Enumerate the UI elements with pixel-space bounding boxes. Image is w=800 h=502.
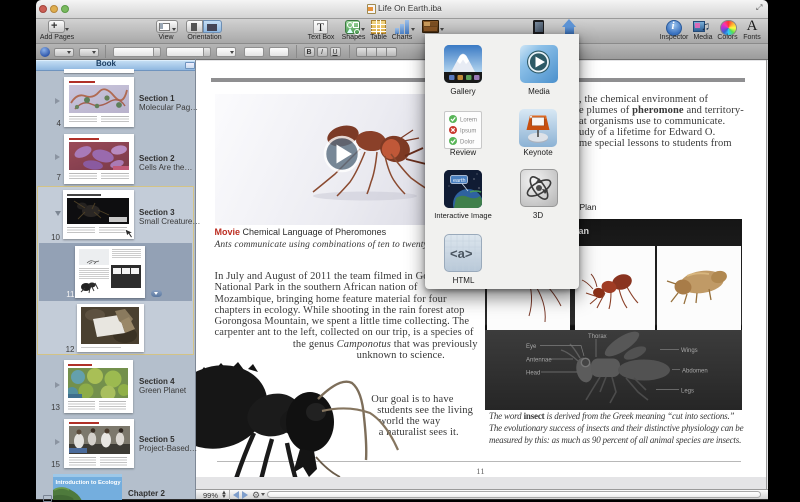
svg-text:Head: Head — [526, 371, 540, 377]
svg-text:Thorax: Thorax — [588, 334, 607, 340]
svg-text:<a>: <a> — [450, 246, 473, 261]
svg-text:Eye: Eye — [526, 344, 537, 350]
svg-text:Abdomen: Abdomen — [682, 369, 708, 375]
svg-text:Legs: Legs — [681, 389, 694, 395]
svg-text:earth: earth — [453, 178, 466, 184]
svg-text:Wings: Wings — [681, 348, 698, 354]
svg-text:Lorem: Lorem — [460, 117, 477, 123]
svg-text:Ipsum: Ipsum — [460, 128, 476, 134]
svg-text:Dolor: Dolor — [460, 139, 474, 145]
svg-text:Antennae: Antennae — [526, 358, 552, 364]
